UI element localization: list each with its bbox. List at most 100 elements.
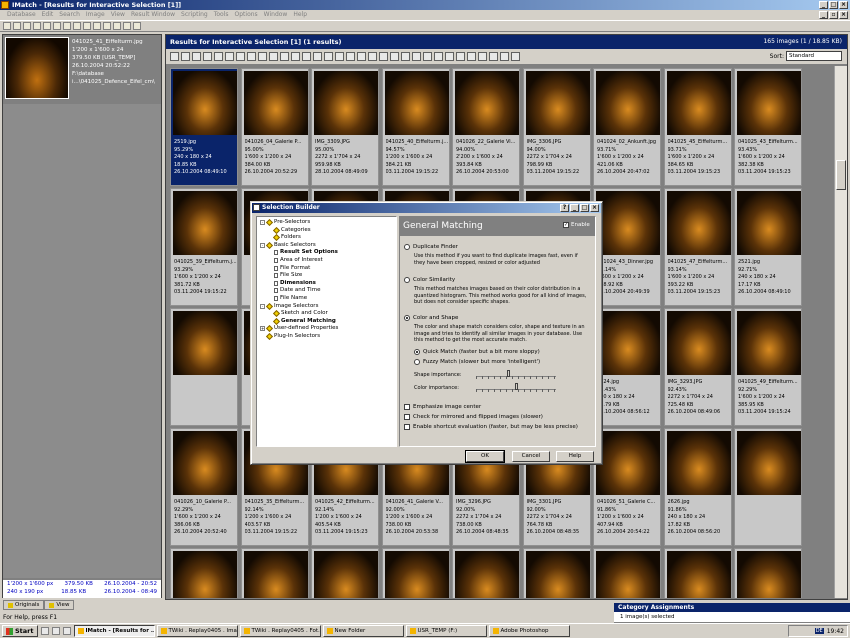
tree-item-dimensions[interactable]: Dimensions	[274, 280, 316, 287]
thumbnail-image[interactable]	[596, 431, 660, 495]
toolbar-tool-icon[interactable]	[63, 22, 71, 30]
tree-item-area-of-interest[interactable]: Area of Interest	[274, 257, 323, 264]
taskbar-task[interactable]: TWiki . Replay0405 . Ima...	[156, 625, 238, 637]
thumbnail-image[interactable]	[525, 71, 590, 135]
results-tool-icon[interactable]	[280, 52, 289, 61]
toolbar-tool-icon[interactable]	[43, 22, 51, 30]
imatch-app-icon[interactable]	[1, 1, 9, 9]
option-duplicate-finder[interactable]: Duplicate Finder	[404, 244, 458, 250]
scrollbar-thumb[interactable]	[836, 160, 846, 190]
thumbnail-cell[interactable]	[452, 548, 520, 598]
shape-importance-slider[interactable]	[476, 370, 556, 379]
tree-item-plug-in-selectors[interactable]: Plug-In Selectors	[260, 332, 320, 341]
results-tool-icon[interactable]	[489, 52, 498, 61]
color-importance-slider[interactable]	[476, 383, 556, 392]
option-color-and-shape[interactable]: Color and Shape	[404, 315, 458, 321]
option-emphasize-center[interactable]: Emphasize image center	[404, 404, 481, 410]
menu-item-scripting[interactable]: Scripting	[178, 10, 211, 20]
taskbar-task[interactable]: USR_TEMP (F:)	[405, 625, 487, 637]
enable-checkbox[interactable]: ✓	[563, 222, 569, 228]
thumbnail-cell[interactable]: 041026_22_Galerie Vi... 94.00% 2'200 x 1'6…	[452, 68, 520, 186]
option-quick-match[interactable]: Quick Match (faster but a bit more slopp…	[414, 349, 540, 355]
dialog-maximize-icon[interactable]: □	[580, 204, 589, 212]
tab-originals[interactable]: Originals	[3, 600, 45, 610]
tree-item-pre-selectors[interactable]: - Pre-Selectors	[260, 218, 310, 227]
results-tool-icon[interactable]	[434, 52, 443, 61]
thumbnail-image[interactable]	[737, 431, 801, 495]
thumbnail-image[interactable]	[455, 551, 519, 598]
thumbnail-cell[interactable]: 041024_43_Dinner.jpg 93.14% 1'600 x 1'200 …	[593, 188, 661, 306]
toolbar-tool-icon[interactable]	[93, 22, 101, 30]
quicklaunch-explorer-icon[interactable]	[62, 627, 71, 635]
thumbnail-image[interactable]	[596, 311, 660, 375]
thumbnail-cell[interactable]: 041026_10_Galerie P... 92.29% 1'600 x 1'20…	[170, 428, 238, 546]
results-tool-icon[interactable]	[302, 52, 311, 61]
close-icon[interactable]: ×	[839, 1, 848, 9]
option-fuzzy-match[interactable]: Fuzzy Match (slower but more 'intelligen…	[414, 359, 540, 365]
radio-shape[interactable]	[404, 315, 410, 321]
thumbnail-image[interactable]	[314, 551, 378, 598]
results-tool-icon[interactable]	[423, 52, 432, 61]
radio-fuzzy[interactable]	[414, 359, 420, 365]
results-tool-icon[interactable]	[170, 52, 179, 61]
thumbnail-cell[interactable]: 041025_40_Eiffelturm.j... 94.57% 1'200 x 1…	[381, 68, 450, 186]
thumbnail-image[interactable]	[596, 71, 660, 135]
menu-item-tools[interactable]: Tools	[211, 10, 232, 20]
thumbnail-image[interactable]	[455, 71, 519, 135]
taskbar-task[interactable]: Adobe Photoshop	[488, 625, 570, 637]
thumbnail-image[interactable]	[737, 311, 801, 375]
tree-item-basic-selectors[interactable]: - Basic Selectors	[260, 241, 316, 249]
tree-item-date-and-time[interactable]: Date and Time	[274, 287, 320, 294]
thumbnail-image[interactable]	[666, 551, 731, 598]
menu-item-database[interactable]: Database	[4, 10, 39, 20]
thumbnail-image[interactable]	[384, 551, 449, 598]
thumbnail-image[interactable]	[666, 71, 731, 135]
thumbnail-cell[interactable]: 2521.jpg 92.71% 240 x 180 x 24 17.17 KB 26.1…	[734, 188, 802, 306]
tree-expand-icon[interactable]: +	[260, 326, 265, 332]
thumbnail-image[interactable]	[243, 71, 308, 135]
tree-item-file-name[interactable]: File Name	[274, 295, 307, 302]
results-tool-icon[interactable]	[511, 52, 520, 61]
thumbnail-cell[interactable]	[734, 428, 802, 546]
checkbox-mirrored[interactable]	[404, 414, 410, 420]
dialog-close-icon[interactable]: ×	[590, 204, 599, 212]
results-tool-icon[interactable]	[412, 52, 421, 61]
thumbnail-image[interactable]	[384, 71, 449, 135]
tree-item-categories[interactable]: Categories	[272, 226, 311, 234]
thumbnail-cell[interactable]: 041024_02_Ankunft.jpg 93.71% 1'600 x 1'200…	[593, 68, 661, 186]
results-tool-icon[interactable]	[313, 52, 322, 61]
results-tool-icon[interactable]	[401, 52, 410, 61]
maximize-icon[interactable]: □	[829, 1, 838, 9]
tree-item-file-size[interactable]: File Size	[274, 272, 302, 279]
radio-color[interactable]	[404, 277, 410, 283]
thumbnail-cell[interactable]: 041025_39_Eiffelturm.j... 93.29% 1'600 x 1…	[170, 188, 238, 306]
thumbnail-image[interactable]	[173, 71, 237, 135]
thumbnail-image[interactable]	[666, 311, 731, 375]
sort-select[interactable]: Standard	[786, 51, 842, 61]
mdi-restore-icon[interactable]: ▫	[829, 11, 838, 19]
thumbnail-image[interactable]	[737, 191, 801, 255]
thumbnail-cell[interactable]: 041025_49_Eiffelturm... 92.29% 1'600 x 1'2…	[734, 308, 802, 426]
menu-item-window[interactable]: Window	[261, 10, 291, 20]
thumbnail-image[interactable]	[173, 191, 237, 255]
thumbnail-cell[interactable]	[240, 548, 309, 598]
toolbar-tool-icon[interactable]	[33, 22, 41, 30]
toolbar-tool-icon[interactable]	[73, 22, 81, 30]
thumbnail-image[interactable]	[173, 311, 237, 375]
results-tool-icon[interactable]	[181, 52, 190, 61]
minimize-icon[interactable]: _	[819, 1, 828, 9]
toolbar-tool-icon[interactable]	[13, 22, 21, 30]
results-tool-icon[interactable]	[291, 52, 300, 61]
dialog-minimize-icon[interactable]: _	[570, 204, 579, 212]
thumbnail-image[interactable]	[314, 71, 378, 135]
menu-item-options[interactable]: Options	[232, 10, 261, 20]
thumbnail-cell[interactable]: 041025_43_Eiffelturm... 93.43% 1'600 x 1'2…	[734, 68, 802, 186]
option-mirrored[interactable]: Check for mirrored and flipped images (s…	[404, 414, 543, 420]
radio-duplicate[interactable]	[404, 244, 410, 250]
results-tool-icon[interactable]	[456, 52, 465, 61]
thumbnail-cell[interactable]: 041026_51_Galerie C... 91.86% 1'200 x 1'60…	[593, 428, 661, 546]
thumbnail-cell[interactable]: IMG_3306.JPG 94.00% 2272 x 1'704 x 24 798.9…	[522, 68, 591, 186]
results-tool-icon[interactable]	[478, 52, 487, 61]
shape-slider-knob[interactable]	[506, 370, 510, 377]
thumbnail-cell[interactable]: 041026_04_Galerie P... 95.00% 1'600 x 1'20…	[240, 68, 309, 186]
